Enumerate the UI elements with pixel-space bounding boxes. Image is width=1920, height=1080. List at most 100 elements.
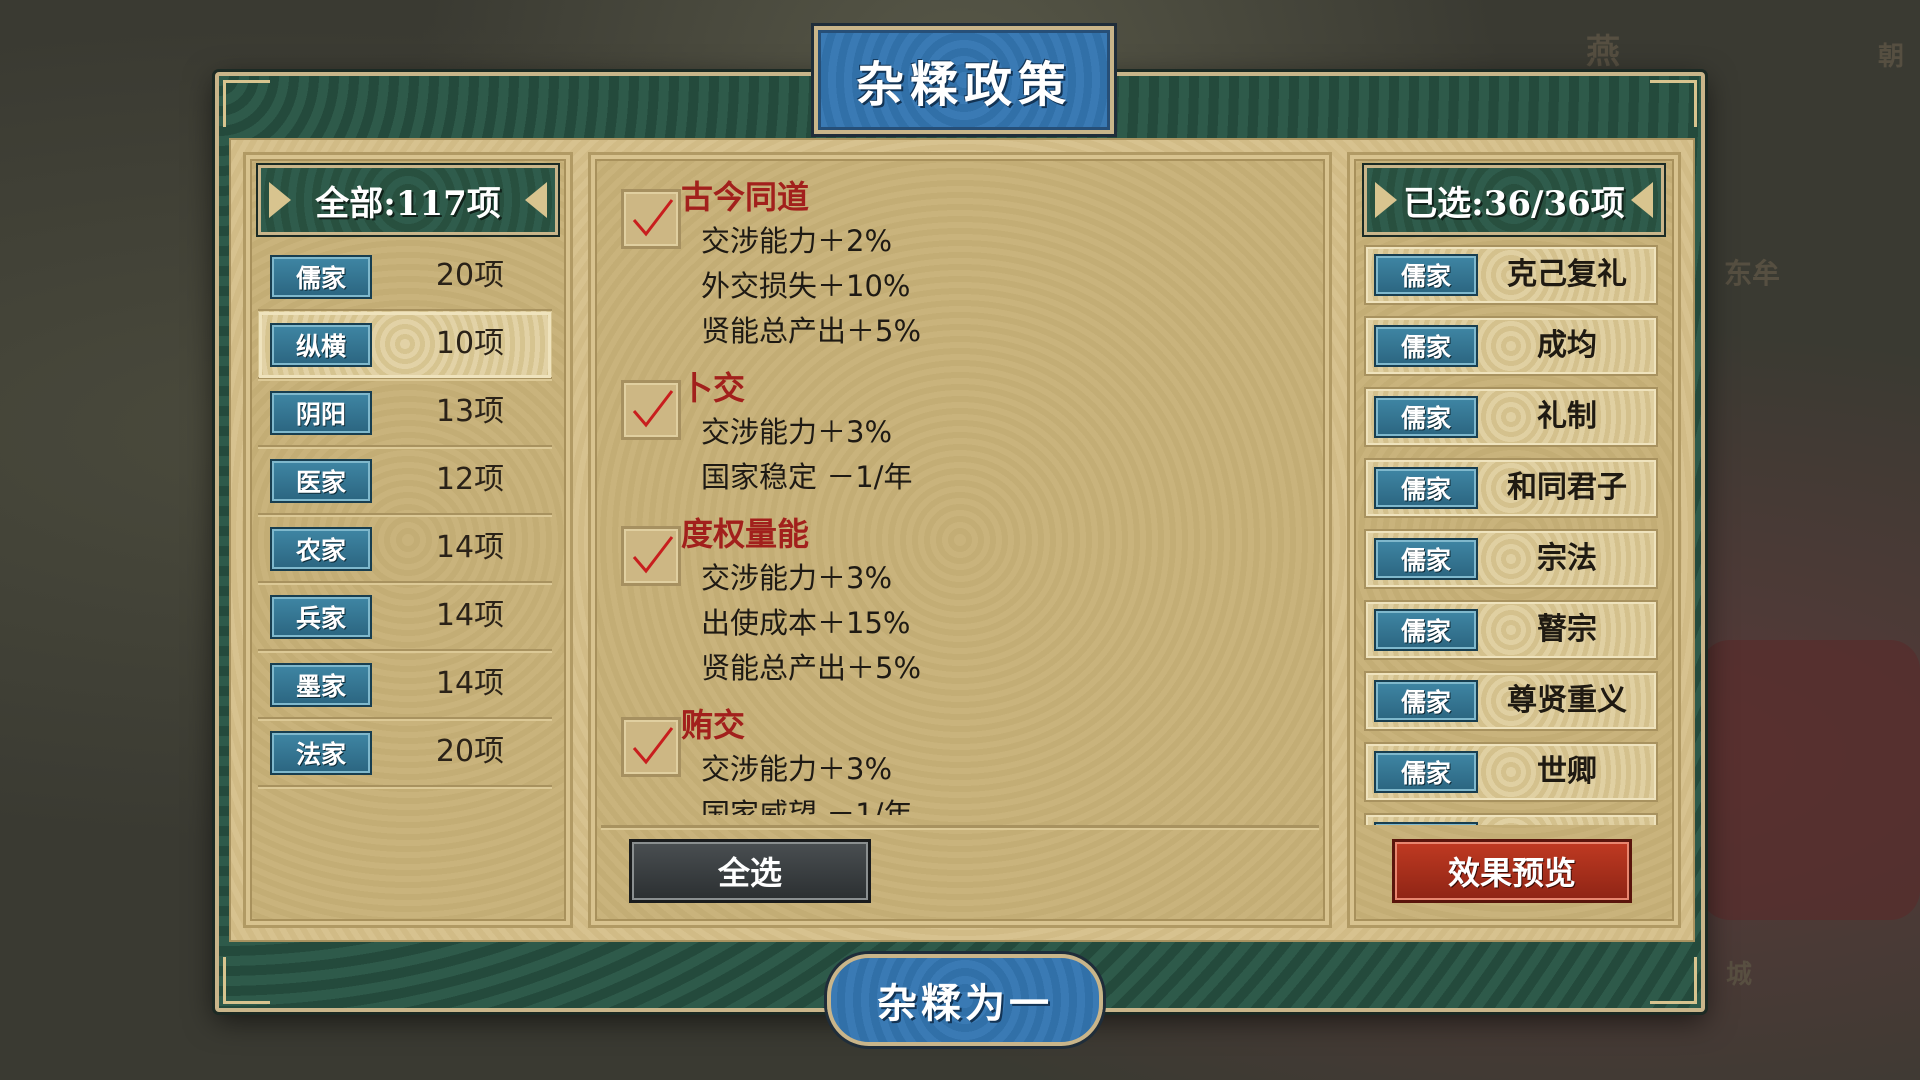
category-tag: 法家 [270, 731, 372, 775]
category-panel: 全部:117项 儒家 20项 纵横 10项 阴阳 13项 医家 12项 农家 1 [243, 152, 573, 928]
policy-effect: 交涉能力＋3% [701, 752, 893, 786]
selected-item[interactable]: 儒家 和同君子 [1364, 458, 1658, 518]
selected-header: 已选:36/36项 [1364, 165, 1664, 235]
checkmark-icon [632, 727, 674, 765]
map-label-yan: 燕 [1586, 32, 1620, 72]
frame-corner-ornament [1650, 957, 1697, 1004]
policy-effect: 贤能总产出＋5% [701, 651, 922, 685]
category-count: 14项 [435, 666, 505, 701]
map-label-dongmou: 东牟 [1724, 257, 1781, 290]
policy-effect: 国家威望 －1/年 [701, 797, 913, 815]
category-count: 14项 [435, 598, 505, 633]
effect-preview-button[interactable]: 效果预览 [1392, 839, 1632, 903]
selected-tag: 儒家 [1374, 822, 1478, 825]
category-count: 20项 [435, 734, 505, 769]
divider [601, 825, 1319, 828]
selected-name: 瞽宗 [1537, 612, 1597, 647]
policy-name: 卜交 [681, 369, 746, 407]
selected-tag: 儒家 [1374, 680, 1478, 722]
map-label-cheng: 城 [1726, 960, 1753, 990]
selected-count-label: 已选:36/36项 [1403, 183, 1625, 224]
selected-name: 克己复礼 [1507, 257, 1627, 292]
policy-name: 贿交 [681, 706, 746, 744]
category-tag: 医家 [270, 459, 372, 503]
policy-effect: 交涉能力＋3% [701, 415, 893, 449]
selected-item[interactable]: 儒家 教化 [1364, 813, 1658, 825]
category-row-yijia[interactable]: 医家 12项 [258, 447, 552, 515]
selected-name: 世卿 [1537, 754, 1597, 789]
category-row-nongjia[interactable]: 农家 14项 [258, 515, 552, 583]
selected-name: 成均 [1537, 328, 1597, 363]
title-plate: 杂糅政策 [814, 26, 1114, 134]
arrow-right-icon [269, 182, 291, 218]
selected-item[interactable]: 儒家 世卿 [1364, 742, 1658, 802]
policy-checkbox[interactable] [621, 380, 681, 440]
frame-corner-ornament [223, 957, 270, 1004]
category-row-mojia[interactable]: 墨家 14项 [258, 651, 552, 719]
category-count: 20项 [435, 258, 505, 293]
selected-name: 礼制 [1537, 399, 1597, 434]
selected-tag: 儒家 [1374, 538, 1478, 580]
category-tag: 阴阳 [270, 391, 372, 435]
policy-effect: 交涉能力＋2% [701, 224, 893, 258]
category-total-label: 全部:117项 [315, 183, 501, 224]
select-all-button[interactable]: 全选 [629, 839, 871, 903]
policy-name: 度权量能 [681, 515, 810, 553]
selected-item[interactable]: 儒家 瞽宗 [1364, 600, 1658, 660]
checkmark-icon [632, 536, 674, 574]
category-header: 全部:117项 [258, 165, 558, 235]
page-title: 杂糅政策 [855, 57, 1072, 113]
policy-item: 贿交 交涉能力＋3% 国家威望 －1/年 [611, 703, 1301, 815]
policy-effect: 外交损失＋10% [701, 269, 911, 303]
policy-checkbox[interactable] [621, 526, 681, 586]
category-tag: 墨家 [270, 663, 372, 707]
policy-item: 卜交 交涉能力＋3% 国家稳定 －1/年 [611, 366, 1301, 500]
selected-item[interactable]: 儒家 成均 [1364, 316, 1658, 376]
policy-list[interactable]: 古今同道 交涉能力＋2% 外交损失＋10% 贤能总产出＋5% 卜交 交涉能力＋3… [611, 175, 1301, 815]
selected-name: 尊贤重义 [1507, 683, 1627, 718]
policy-checkbox[interactable] [621, 189, 681, 249]
policy-item: 古今同道 交涉能力＋2% 外交损失＋10% 贤能总产出＋5% [611, 175, 1301, 354]
selected-item[interactable]: 儒家 礼制 [1364, 387, 1658, 447]
selected-tag: 儒家 [1374, 609, 1478, 651]
frame-corner-ornament [223, 80, 270, 127]
map-label-chao: 朝 [1878, 42, 1905, 72]
category-tag: 纵横 [270, 323, 372, 367]
category-row-zongheng[interactable]: 纵横 10项 [258, 311, 552, 379]
category-row-yinyang[interactable]: 阴阳 13项 [258, 379, 552, 447]
selected-name: 教化 [1486, 815, 1648, 825]
policy-effect: 出使成本＋15% [701, 606, 911, 640]
policy-checkbox[interactable] [621, 717, 681, 777]
category-count: 14项 [435, 530, 505, 565]
selected-list[interactable]: 儒家 克己复礼 儒家 成均 儒家 礼制 儒家 和同君子 儒家 宗法 儒家 瞽宗 [1364, 245, 1658, 825]
category-list: 儒家 20项 纵横 10项 阴阳 13项 医家 12项 农家 14项 兵家 14… [258, 243, 552, 787]
category-row-rujia[interactable]: 儒家 20项 [258, 243, 552, 311]
selected-tag: 儒家 [1374, 396, 1478, 438]
frame-corner-ornament [1650, 80, 1697, 127]
map-region-red [1700, 640, 1920, 920]
policy-item: 度权量能 交涉能力＋3% 出使成本＋15% 贤能总产出＋5% [611, 512, 1301, 691]
category-row-bingjia[interactable]: 兵家 14项 [258, 583, 552, 651]
selected-name: 宗法 [1537, 541, 1597, 576]
arrow-left-icon [525, 182, 547, 218]
category-tag: 儒家 [270, 255, 372, 299]
category-count: 10项 [435, 326, 505, 361]
selected-tag: 儒家 [1374, 467, 1478, 509]
category-row-fajia[interactable]: 法家 20项 [258, 719, 552, 787]
selected-item[interactable]: 儒家 克己复礼 [1364, 245, 1658, 305]
checkmark-icon [632, 390, 674, 428]
selected-tag: 儒家 [1374, 325, 1478, 367]
policy-effect: 国家稳定 －1/年 [701, 460, 913, 494]
selected-name: 和同君子 [1507, 470, 1627, 505]
category-count: 13项 [435, 394, 505, 429]
selected-tag: 儒家 [1374, 254, 1478, 296]
arrow-left-icon [1631, 182, 1653, 218]
selected-tag: 儒家 [1374, 751, 1478, 793]
merge-button[interactable]: 杂糅为一 [827, 954, 1103, 1046]
selected-item[interactable]: 儒家 宗法 [1364, 529, 1658, 589]
policy-panel: 古今同道 交涉能力＋2% 外交损失＋10% 贤能总产出＋5% 卜交 交涉能力＋3… [588, 152, 1332, 928]
category-count: 12项 [435, 462, 505, 497]
arrow-right-icon [1375, 182, 1397, 218]
selected-item[interactable]: 儒家 尊贤重义 [1364, 671, 1658, 731]
policy-dialog: 杂糅政策 全部:117项 儒家 20项 纵横 10项 阴阳 13项 医家 12项 [215, 26, 1705, 1046]
